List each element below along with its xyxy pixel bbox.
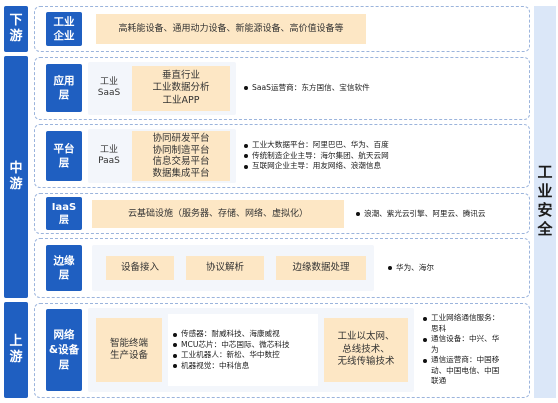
platform-layer-vendor: 互联网企业主导：用友网络、浪潮信息: [243, 161, 389, 172]
edge-layer-vendors-list: 华为、海尔: [387, 263, 434, 274]
iaas-layer-vendor: 浪潮、紫光云引擎、阿里云、腾讯云: [355, 209, 486, 220]
stage-upstream: 上 游: [4, 302, 28, 398]
component-vendor: 传感器：耐威科技、海康威视: [172, 329, 290, 340]
edge-layer-item: 协议解析: [186, 256, 264, 280]
app-layer-vendor: SaaS运营商：东方国信、宝信软件: [243, 83, 370, 94]
iaas-layer-label: IaaS 层: [46, 197, 82, 230]
app-layer-vendors-box: SaaS运营商：东方国信、宝信软件: [238, 64, 524, 112]
app-layer-type: 工业 SaaS: [97, 77, 121, 98]
platform-layer-vendor: 传统制造企业主导：海尔集团、航天云网: [243, 151, 389, 162]
component-vendor: 机器视觉：中科信息: [172, 361, 290, 372]
app-layer-items: 垂直行业 工业数据分析 工业APP: [132, 66, 230, 111]
components-list: 传感器：耐威科技、海康威视 MCU芯片：中芯国际、微芯科技 工业机器人：新松、华…: [172, 329, 290, 371]
platform-layer-vendors-list: 工业大数据平台：阿里巴巴、华为、百度 传统制造企业主导：海尔集团、航天云网 互联…: [243, 140, 389, 172]
app-layer-vendors-list: SaaS运营商：东方国信、宝信软件: [243, 83, 370, 94]
industrial-enterprise-label: 工业 企业: [46, 12, 82, 46]
terminal-devices: 智能终端 生产设备: [96, 318, 162, 382]
platform-layer-vendors-box: 工业大数据平台：阿里巴巴、华为、百度 传统制造企业主导：海尔集团、航天云网 互联…: [238, 131, 524, 181]
service-vendor: 通信运营商：中国移 动、中国电信、中国 联通: [422, 355, 499, 387]
iaas-layer-vendors-box: 浪潮、紫光云引擎、阿里云、腾讯云: [350, 200, 524, 228]
edge-layer-vendor: 华为、海尔: [387, 263, 434, 274]
network-layer-label: 网络 &设备 层: [46, 309, 82, 391]
app-layer-label: 应用 层: [46, 64, 82, 112]
component-vendor: 工业机器人：新松、华中数控: [172, 350, 290, 361]
edge-layer-vendors-box: 华为、海尔: [382, 245, 524, 291]
platform-layer-vendor: 工业大数据平台：阿里巴巴、华为、百度: [243, 140, 389, 151]
component-vendor: MCU芯片：中芯国际、微芯科技: [172, 340, 290, 351]
platform-layer-label: 平台 层: [46, 131, 82, 181]
service-vendor: 工业网络通信服务： 思科: [422, 313, 499, 334]
iaas-layer-vendors-list: 浪潮、紫光云引擎、阿里云、腾讯云: [355, 209, 486, 220]
industrial-safety-bar: 工业安全: [534, 6, 556, 398]
stage-downstream: 下 游: [4, 6, 28, 52]
service-vendor: 通信设备：中兴、华 为: [422, 334, 499, 355]
network-technologies: 工业以太网、 总线技术、 无线传输技术: [324, 318, 408, 382]
platform-layer-type: 工业 PaaS: [98, 145, 120, 166]
edge-layer-label: 边缘 层: [46, 245, 82, 291]
components-box: 传感器：耐威科技、海康威视 MCU芯片：中芯国际、微芯科技 工业机器人：新松、华…: [168, 314, 318, 386]
edge-layer-item: 边缘数据处理: [276, 256, 366, 280]
edge-layer-item: 设备接入: [106, 256, 174, 280]
downstream-content: 高耗能设备、通用动力设备、新能源设备、高价值设备等: [96, 14, 366, 44]
services-box: 工业网络通信服务： 思科 通信设备：中兴、华 为 通信运营商：中国移 动、中国电…: [418, 308, 526, 392]
services-list: 工业网络通信服务： 思科 通信设备：中兴、华 为 通信运营商：中国移 动、中国电…: [422, 313, 499, 387]
iaas-layer-content: 云基础设施（服务器、存储、网络、虚拟化）: [92, 200, 344, 228]
platform-layer-items: 协同研发平台 协同制造平台 信息交易平台 数据集成平台: [132, 131, 230, 181]
stage-midstream: 中 游: [4, 56, 28, 298]
